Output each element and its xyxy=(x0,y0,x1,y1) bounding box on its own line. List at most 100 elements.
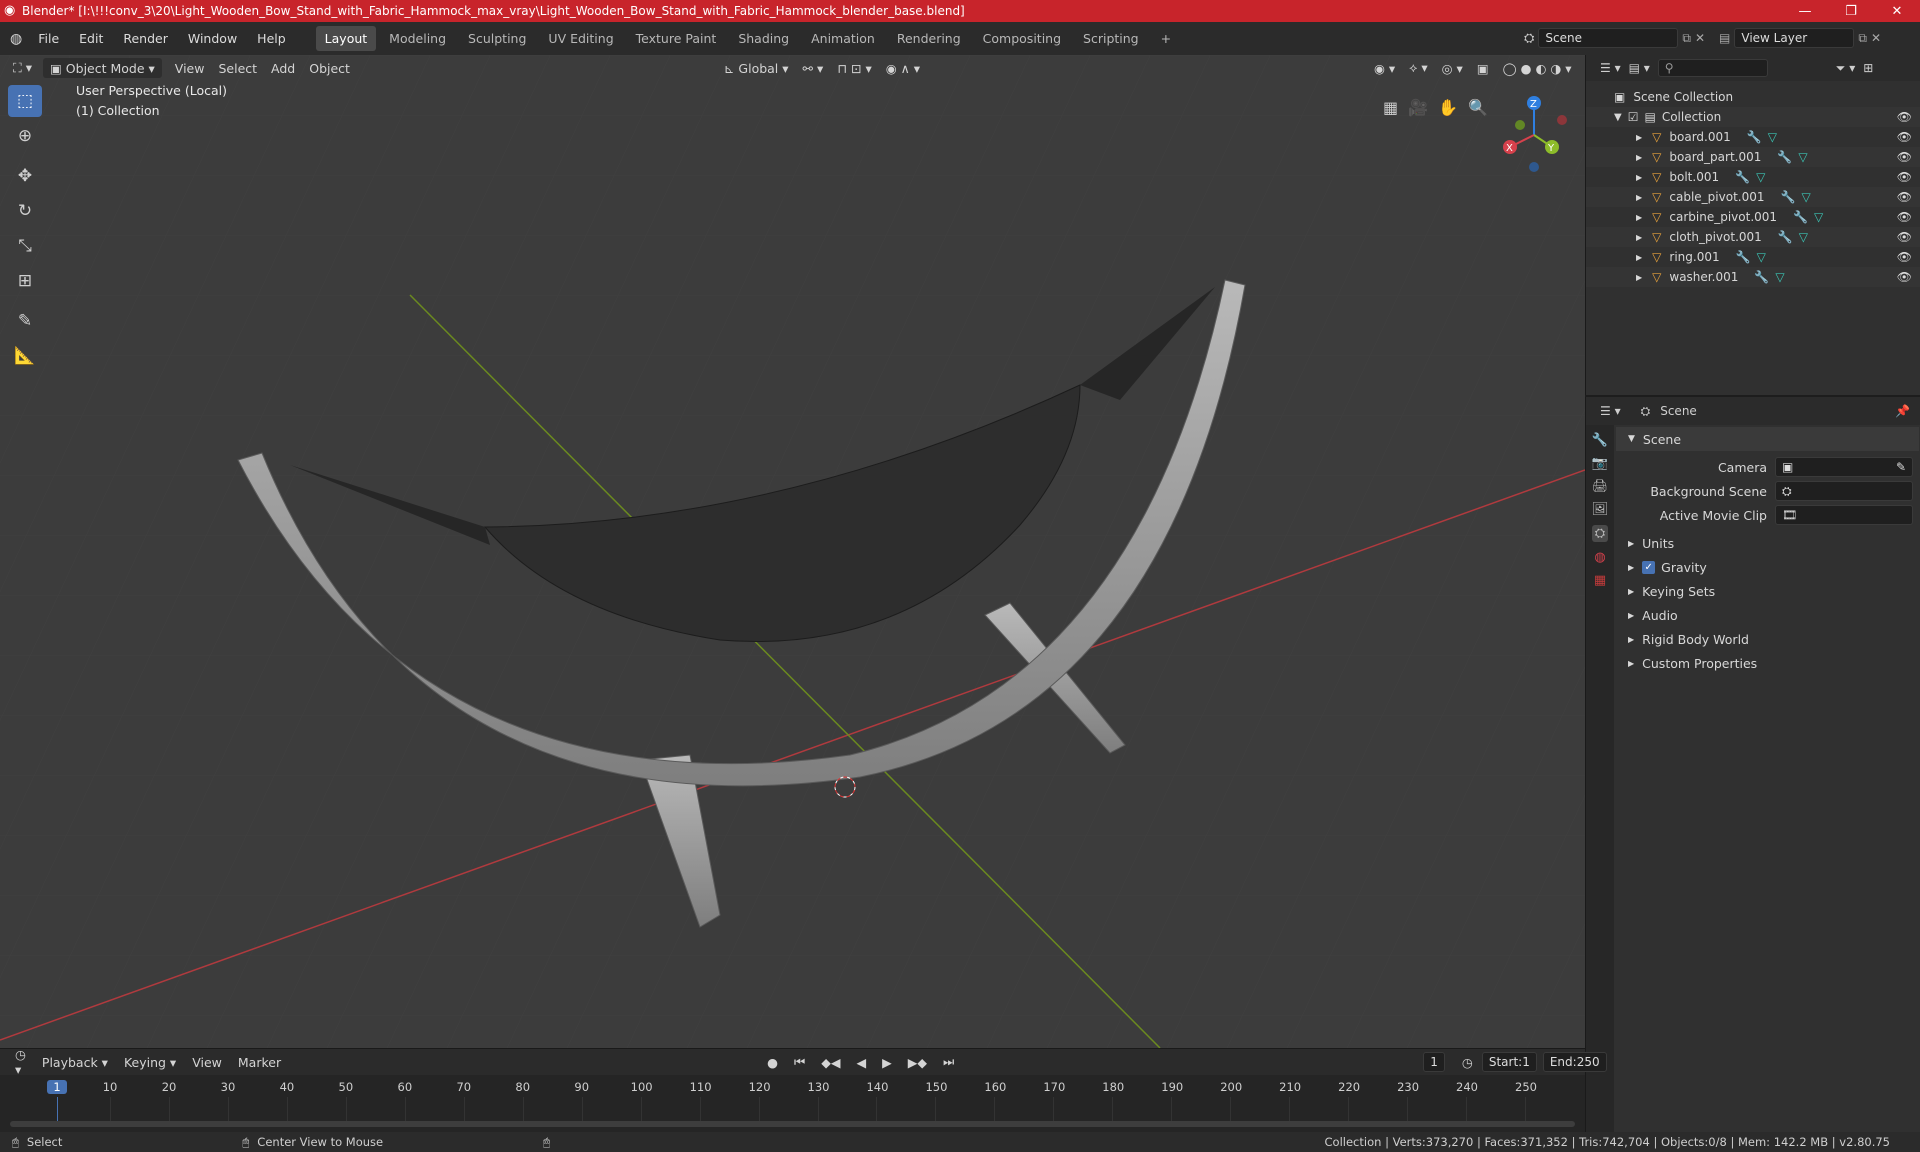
expand-arrow-icon[interactable]: ▶ xyxy=(1636,153,1642,162)
timeline-menu-marker[interactable]: Marker xyxy=(231,1052,288,1072)
custom-properties-panel-header[interactable]: ▶ Custom Properties xyxy=(1616,651,1919,675)
eye-icon[interactable]: 👁 xyxy=(1897,210,1912,224)
expand-arrow-icon[interactable]: ▶ xyxy=(1636,193,1642,202)
rotate-icon[interactable]: ↻ xyxy=(8,195,42,227)
scene-collection-row[interactable]: ▣ Scene Collection xyxy=(1586,87,1920,107)
camera-field[interactable]: ▣ ✎ xyxy=(1775,457,1913,477)
tab-sculpting[interactable]: Sculpting xyxy=(459,26,535,51)
tab-animation[interactable]: Animation xyxy=(802,26,884,51)
timeline-scrollbar[interactable] xyxy=(10,1121,1575,1127)
units-panel-header[interactable]: ▶ Units xyxy=(1616,531,1919,555)
scene-panel-header[interactable]: ▼ Scene xyxy=(1616,427,1919,451)
proportional-editing-icon[interactable]: ◉ ∧ ▾ xyxy=(879,58,927,78)
jump-end-icon[interactable]: ⏭ xyxy=(936,1052,961,1072)
shading-modes-icon[interactable]: ◯ ● ◐ ◑ ▾ xyxy=(1496,58,1579,78)
audio-panel-header[interactable]: ▶ Audio xyxy=(1616,603,1919,627)
checkbox-icon[interactable]: ☑ xyxy=(1628,110,1639,124)
prev-keyframe-icon[interactable]: ◆◀ xyxy=(814,1052,847,1072)
view-layer-field[interactable]: View Layer xyxy=(1734,28,1855,48)
tab-uv-editing[interactable]: UV Editing xyxy=(539,26,622,51)
transform-orientation-dropdown[interactable]: ⊾ Global ▾ xyxy=(717,58,796,78)
xray-icon[interactable]: ▣ xyxy=(1470,58,1496,78)
delete-view-layer-icon[interactable]: ✕ xyxy=(1871,31,1881,45)
timeline-track[interactable]: 1 10 20 30 40 50 60 70 80 90 100 110 120 130 140 150 160… xyxy=(0,1075,1585,1133)
tab-rendering[interactable]: Rendering xyxy=(888,26,970,51)
visibility-icon[interactable]: ◉ ▾ xyxy=(1367,58,1402,78)
new-scene-icon[interactable]: ⧉ xyxy=(1682,31,1691,46)
eyedropper-icon[interactable]: ✎ xyxy=(1896,460,1906,474)
start-frame-field[interactable]: Start: 1 xyxy=(1481,1052,1537,1072)
scale-icon[interactable]: ⤡ xyxy=(8,230,42,262)
list-item[interactable]: ▶ ▽ cable_pivot.001 🔧 ▽ 👁 xyxy=(1586,187,1920,207)
new-view-layer-icon[interactable]: ⧉ xyxy=(1858,31,1867,46)
display-mode-icon[interactable]: ▤ ▾ xyxy=(1629,61,1650,75)
eye-icon[interactable]: 👁 xyxy=(1897,130,1912,144)
output-tab-icon[interactable]: 🖨 xyxy=(1592,479,1609,494)
list-item[interactable]: ▶ ▽ board_part.001 🔧 ▽ 👁 xyxy=(1586,147,1920,167)
background-scene-field[interactable]: ⛭ xyxy=(1775,481,1913,501)
3d-viewport[interactable]: ⛶ ▾ ▣ Object Mode ▾ View Select Add Obje… xyxy=(0,55,1585,1048)
eye-icon[interactable]: 👁 xyxy=(1897,170,1912,184)
outliner-search-input[interactable]: ⚲ xyxy=(1657,59,1768,77)
measure-icon[interactable]: 📐 xyxy=(8,340,42,372)
outliner-editor-icon[interactable]: ☰ ▾ xyxy=(1600,61,1621,75)
scene-selector-icon[interactable]: ⛭ xyxy=(1524,31,1534,46)
timeline-menu-playback[interactable]: Playback ▾ xyxy=(35,1052,115,1072)
pan-hand-icon[interactable]: ✋ xyxy=(1438,98,1458,117)
eye-icon[interactable]: 👁 xyxy=(1897,230,1912,244)
move-icon[interactable]: ✥ xyxy=(8,160,42,192)
list-item[interactable]: ▶ ▽ washer.001 🔧 ▽ 👁 xyxy=(1586,267,1920,287)
menu-window[interactable]: Window xyxy=(178,31,247,46)
properties-editor-icon[interactable]: ☰ ▾ xyxy=(1600,404,1621,418)
tab-modeling[interactable]: Modeling xyxy=(380,26,455,51)
timeline-menu-keying[interactable]: Keying ▾ xyxy=(117,1052,183,1072)
list-item[interactable]: ▶ ▽ cloth_pivot.001 🔧 ▽ 👁 xyxy=(1586,227,1920,247)
timeline-menu-view[interactable]: View xyxy=(185,1052,229,1072)
jump-start-icon[interactable]: ⏮ xyxy=(787,1052,812,1072)
transform-icon[interactable]: ⊞ xyxy=(8,265,42,297)
view-layer-icon[interactable]: ▤ xyxy=(1719,31,1730,45)
menu-edit[interactable]: Edit xyxy=(69,31,113,46)
texture-tab-icon[interactable]: ▦ xyxy=(1594,573,1606,588)
view-layer-tab-icon[interactable]: 🖼 xyxy=(1592,502,1609,517)
list-item[interactable]: ▶ ▽ carbine_pivot.001 🔧 ▽ 👁 xyxy=(1586,207,1920,227)
keying-sets-panel-header[interactable]: ▶ Keying Sets xyxy=(1616,579,1919,603)
menu-help[interactable]: Help xyxy=(247,31,296,46)
add-workspace-button[interactable]: + xyxy=(1152,26,1180,51)
list-item[interactable]: ▶ ▽ bolt.001 🔧 ▽ 👁 xyxy=(1586,167,1920,187)
tab-texture-paint[interactable]: Texture Paint xyxy=(627,26,726,51)
next-keyframe-icon[interactable]: ▶◆ xyxy=(901,1052,934,1072)
active-movie-clip-field[interactable]: 🎞 xyxy=(1775,505,1913,525)
maximize-button[interactable]: ❐ xyxy=(1828,0,1874,22)
filter-icon[interactable]: ⏷ ▾ xyxy=(1836,61,1855,76)
world-tab-icon[interactable]: ◍ xyxy=(1594,550,1605,565)
expand-arrow-icon[interactable]: ▶ xyxy=(1636,133,1642,142)
tab-scripting[interactable]: Scripting xyxy=(1074,26,1148,51)
expand-arrow-icon[interactable]: ▼ xyxy=(1614,112,1622,123)
pin-icon[interactable]: 📌 xyxy=(1895,404,1910,418)
viewport-menu-object[interactable]: Object xyxy=(302,58,357,78)
camera-view-icon[interactable]: 🎥 xyxy=(1408,98,1428,117)
current-frame-field[interactable]: 1 xyxy=(1423,1052,1445,1072)
eye-icon[interactable]: 👁 xyxy=(1897,110,1912,124)
rigid-body-world-panel-header[interactable]: ▶ Rigid Body World xyxy=(1616,627,1919,651)
expand-arrow-icon[interactable]: ▶ xyxy=(1636,233,1642,242)
eye-icon[interactable]: 👁 xyxy=(1897,270,1912,284)
tool-tab-icon[interactable]: 🔧 xyxy=(1592,433,1608,448)
gravity-panel-header[interactable]: ▶ ✓ Gravity xyxy=(1616,555,1919,579)
delete-scene-icon[interactable]: ✕ xyxy=(1695,31,1705,45)
scene-field[interactable]: Scene xyxy=(1538,28,1679,48)
overlay-icon[interactable]: ◎ ▾ xyxy=(1435,58,1470,78)
minimize-button[interactable]: — xyxy=(1782,0,1828,22)
tab-compositing[interactable]: Compositing xyxy=(974,26,1070,51)
cursor-icon[interactable]: ⊕ xyxy=(8,120,42,152)
zoom-icon[interactable]: 🔍 xyxy=(1468,98,1488,117)
pivot-point-icon[interactable]: ⚯ ▾ xyxy=(796,58,831,78)
eye-icon[interactable]: 👁 xyxy=(1897,150,1912,164)
play-icon[interactable]: ▶ xyxy=(875,1052,899,1072)
play-reverse-icon[interactable]: ◀ xyxy=(850,1052,874,1072)
collection-row[interactable]: ▼ ☑ ▤ Collection 👁 xyxy=(1586,107,1920,127)
expand-arrow-icon[interactable]: ▶ xyxy=(1636,253,1642,262)
expand-arrow-icon[interactable]: ▶ xyxy=(1636,213,1642,222)
viewport-menu-add[interactable]: Add xyxy=(264,58,302,78)
